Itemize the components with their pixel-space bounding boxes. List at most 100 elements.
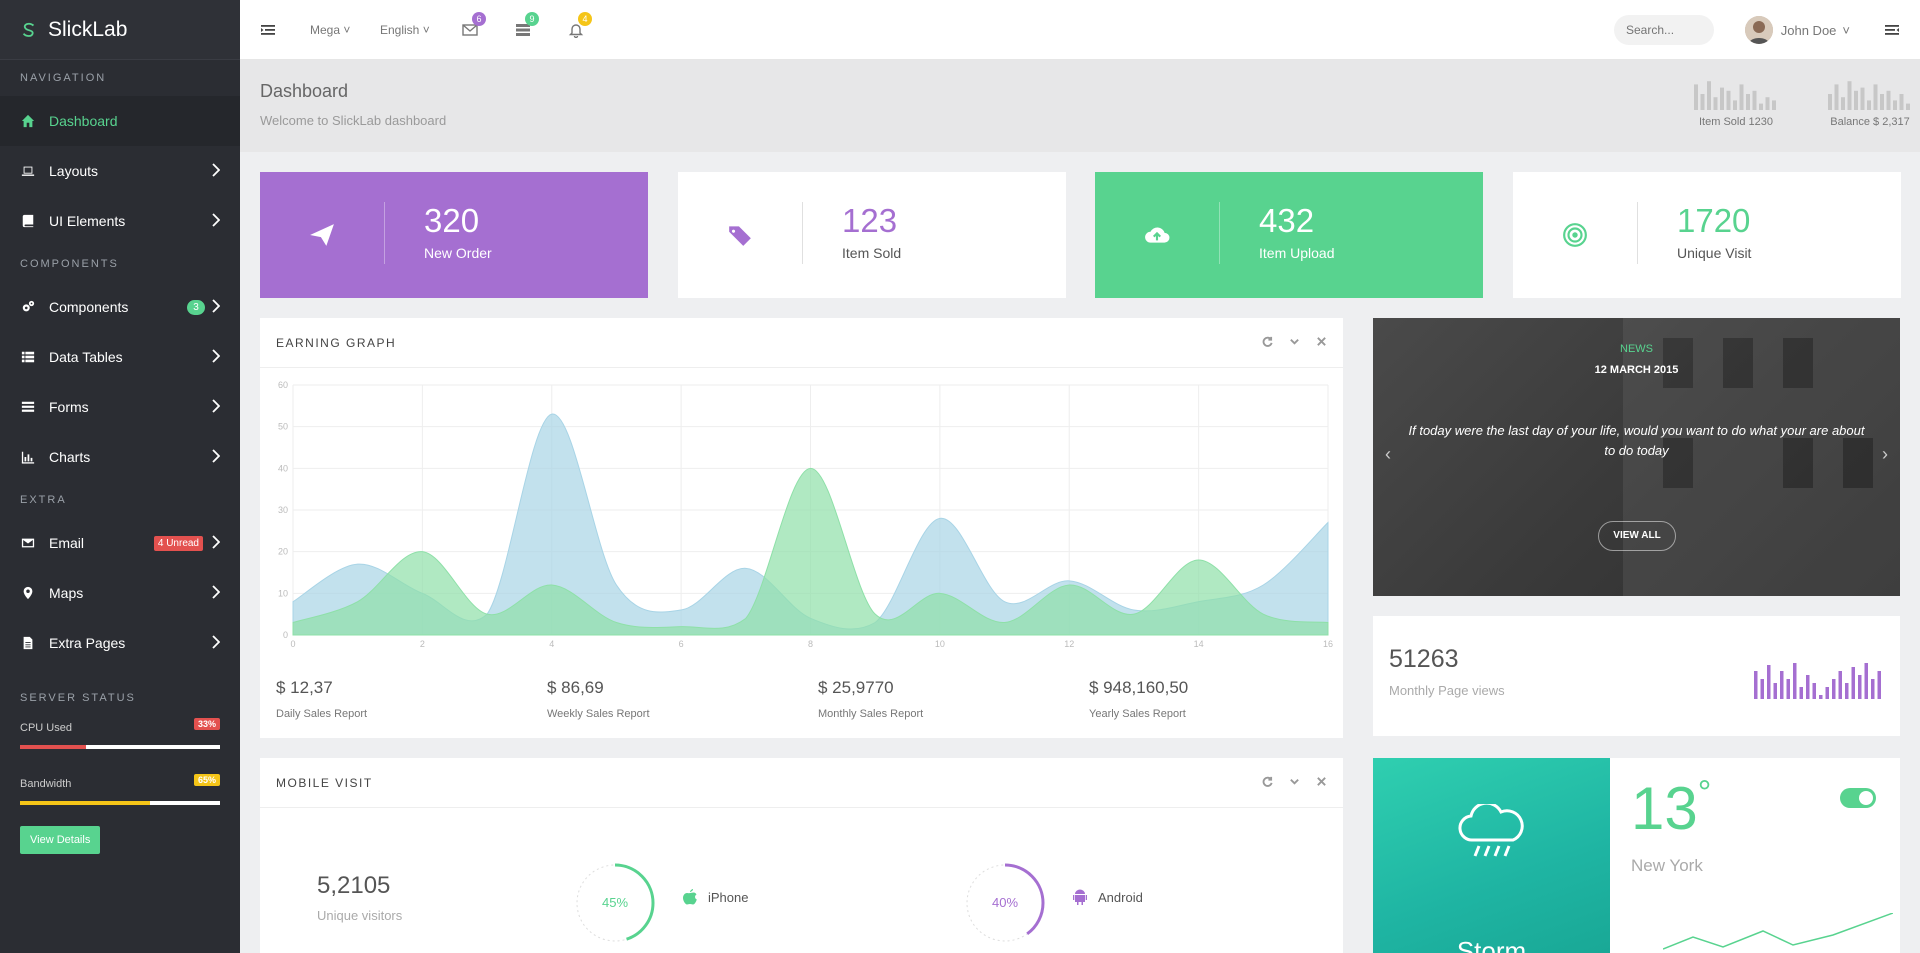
sparkline-bars [1694, 81, 1776, 110]
sidebar-item-maps[interactable]: Maps [0, 568, 240, 618]
panel-title: MOBILE VISIT [276, 775, 373, 790]
stat-value: 1720 [1677, 202, 1751, 239]
mega-menu-dropdown[interactable]: Mega ˅ [310, 23, 350, 37]
sparkline-bar [1694, 84, 1698, 110]
right-panel-toggle-icon[interactable] [1884, 22, 1900, 43]
unique-visitors-stat: 5,2105 Unique visitors [317, 872, 402, 923]
menu-toggle-icon[interactable] [260, 22, 276, 43]
stat-value: 320 [424, 202, 480, 239]
y-tick-label: 50 [278, 422, 288, 432]
degree-symbol: ° [1697, 774, 1712, 812]
chevron-right-icon [212, 449, 221, 463]
nav-section-navigation: NAVIGATION [20, 72, 107, 84]
notifications-count-badge: 4 [578, 12, 592, 26]
sparkline-bar [1864, 663, 1868, 699]
close-icon[interactable] [1316, 334, 1327, 352]
user-menu[interactable]: John Doe ˅ [1744, 16, 1850, 44]
file-text-icon [20, 635, 36, 651]
mail-button[interactable]: 6 [462, 12, 486, 43]
stat-label: Item Sold [842, 245, 902, 261]
chevron-right-icon [212, 163, 221, 177]
chevron-down-icon: ˅ [1842, 22, 1850, 38]
refresh-icon[interactable] [1262, 334, 1273, 352]
bar-chart-icon [20, 449, 36, 465]
report-value: $ 86,69 [547, 678, 604, 697]
sidebar-item-email[interactable]: Email 4 Unread [0, 518, 240, 568]
sidebar-item-dashboard[interactable]: Dashboard [0, 96, 240, 146]
bandwidth-progress-fill [20, 801, 150, 805]
sparkline-bar [1746, 94, 1750, 110]
collapse-icon[interactable] [1289, 334, 1300, 352]
sidebar-item-charts[interactable]: Charts [0, 432, 240, 482]
y-tick-label: 60 [278, 380, 288, 390]
sparkline-bar [1886, 90, 1891, 110]
chevron-right-icon [212, 349, 221, 363]
tasks-button[interactable]: 9 [515, 12, 539, 43]
report-value: $ 948,160,50 [1089, 678, 1189, 697]
sparkline-bar [1754, 671, 1758, 699]
iphone-label: iPhone [708, 889, 749, 905]
table-icon [20, 349, 36, 365]
report-value: $ 12,37 [276, 678, 333, 697]
search-input[interactable] [1614, 15, 1714, 45]
notifications-button[interactable]: 4 [568, 12, 592, 43]
temperature: 13° [1631, 774, 1711, 843]
sidebar-item-ui-elements[interactable]: UI Elements [0, 196, 240, 246]
language-label: English [380, 23, 420, 37]
mail-count-badge: 6 [472, 12, 486, 26]
x-tick-label: 10 [935, 639, 945, 649]
sidebar-item-components[interactable]: Components 3 [0, 282, 240, 332]
stat-card-item-sold: 123 Item Sold [678, 172, 1066, 298]
brand[interactable]: SlickLab [0, 0, 240, 60]
refresh-icon[interactable] [1262, 774, 1273, 792]
nav-section-components: COMPONENTS [20, 258, 119, 270]
top-bar: Mega ˅ English ˅ 6 9 4 John Doe ˅ [240, 0, 1920, 60]
y-tick-label: 40 [278, 463, 288, 473]
android-percent: 40% [992, 895, 1018, 910]
x-tick-label: 2 [420, 639, 425, 649]
sidebar-item-forms[interactable]: Forms [0, 382, 240, 432]
sparkline-bar [1752, 90, 1757, 110]
panel-title: EARNING GRAPH [276, 335, 397, 350]
sparkline-bar [1700, 94, 1705, 110]
sparkline-bar [1772, 100, 1776, 110]
sparkline-bar [1707, 81, 1711, 110]
sparkline-bar [1726, 90, 1731, 110]
avatar [1744, 16, 1773, 44]
sidebar-item-extra-pages[interactable]: Extra Pages [0, 618, 240, 668]
sidebar-item-label: Dashboard [49, 113, 118, 129]
sparkline-bar [1893, 100, 1897, 110]
cloud-upload-icon [1095, 172, 1219, 298]
carousel-prev-icon[interactable]: ‹ [1385, 444, 1391, 465]
language-dropdown[interactable]: English ˅ [380, 23, 430, 37]
cpu-label: CPU Used [20, 722, 72, 734]
iphone-gauge: 45% [575, 863, 655, 943]
tags-icon [678, 172, 802, 298]
panel-controls [1262, 334, 1327, 352]
sparkline-bar [1739, 84, 1744, 110]
cpu-progress-fill [20, 745, 86, 749]
sidebar-item-data-tables[interactable]: Data Tables [0, 332, 240, 382]
report-value: $ 25,9770 [818, 678, 894, 697]
sparkline-bar [1812, 683, 1816, 699]
page-subtitle: Welcome to SlickLab dashboard [260, 113, 447, 128]
book-icon [20, 213, 36, 229]
items-sold-label: Item Sold 1230 [1699, 116, 1773, 128]
sidebar-item-layouts[interactable]: Layouts [0, 146, 240, 196]
close-icon[interactable] [1316, 774, 1327, 792]
view-details-button[interactable]: View Details [20, 826, 101, 854]
weather-widget: Storm 13° New York [1373, 758, 1900, 953]
sparkline-bar [1860, 87, 1865, 110]
mobile-visit-panel: MOBILE VISIT 5,2105 Unique visitors 45% … [260, 758, 1343, 953]
weather-toggle[interactable] [1840, 788, 1876, 808]
email-unread-badge: 4 Unread [153, 536, 203, 551]
carousel-next-icon[interactable]: › [1882, 444, 1888, 465]
home-icon [20, 113, 36, 129]
collapse-icon[interactable] [1289, 774, 1300, 792]
news-carousel: NEWS 12 MARCH 2015 If today were the las… [1373, 318, 1900, 596]
yearly-sales-report: $ 948,160,50 Yearly Sales Report [1089, 678, 1188, 720]
stat-card-new-order: 320 New Order [260, 172, 648, 298]
sparkline-bar [1793, 663, 1797, 699]
view-all-button[interactable]: VIEW ALL [1598, 521, 1676, 551]
sparkline-bar [1877, 671, 1881, 699]
